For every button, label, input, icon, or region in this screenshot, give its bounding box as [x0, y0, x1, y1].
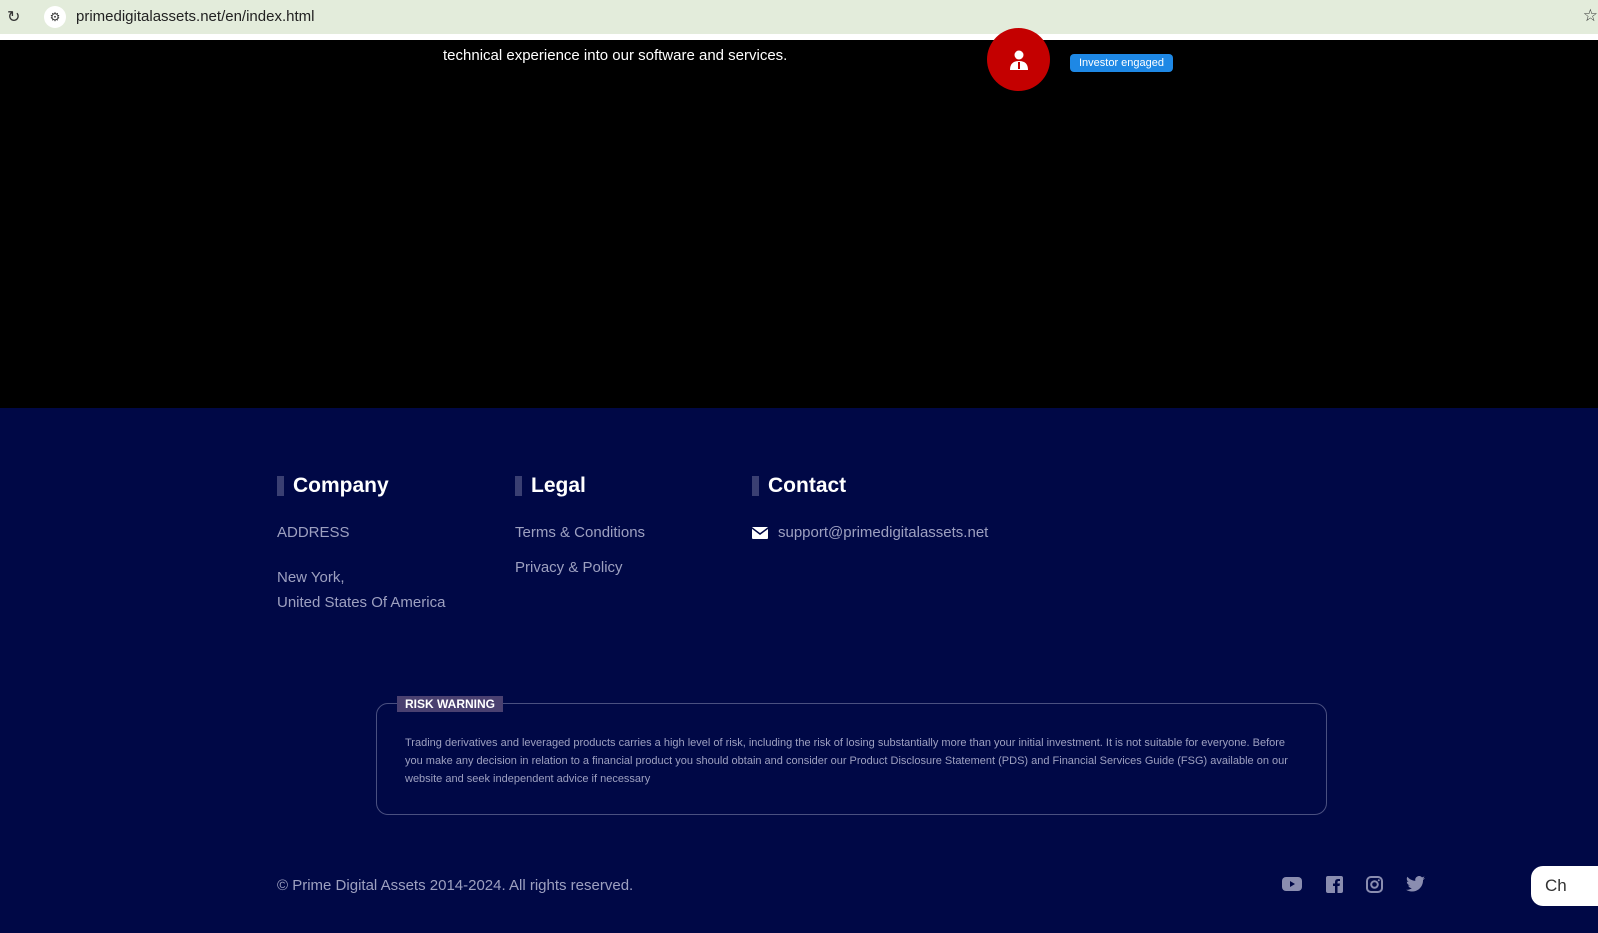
risk-warning-title: RISK WARNING [397, 696, 503, 712]
contact-heading: Contact [752, 475, 846, 496]
envelope-icon [751, 526, 769, 543]
email-link[interactable]: support@primedigitalassets.net [778, 524, 988, 541]
twitter-icon[interactable] [1406, 876, 1428, 896]
bookmark-star-icon[interactable]: ☆ [1583, 6, 1598, 26]
legal-heading: Legal [515, 475, 586, 496]
address-bar[interactable]: primedigitalassets.net/en/index.html [76, 8, 314, 25]
browser-toolbar: ↻ ⚙ primedigitalassets.net/en/index.html… [0, 0, 1598, 34]
copyright: © Prime Digital Assets 2014-2024. All ri… [277, 877, 634, 894]
hero-section: technical experience into our software a… [0, 28, 1598, 408]
risk-warning-box: RISK WARNING Trading derivatives and lev… [376, 696, 1327, 815]
chat-widget-button[interactable]: Ch [1531, 866, 1598, 906]
privacy-link[interactable]: Privacy & Policy [515, 559, 623, 576]
terms-link[interactable]: Terms & Conditions [515, 524, 645, 541]
company-column: Company ADDRESS New York, United States … [277, 475, 445, 611]
risk-warning-text: Trading derivatives and leveraged produc… [405, 737, 1288, 785]
address-country: United States Of America [277, 594, 446, 611]
youtube-icon[interactable] [1282, 876, 1304, 896]
site-settings-icon[interactable]: ⚙ [44, 6, 66, 28]
legal-column: Legal Terms & Conditions Privacy & Polic… [515, 475, 645, 576]
reload-icon[interactable]: ↻ [7, 7, 20, 27]
address-label: ADDRESS [277, 524, 350, 541]
investor-engaged-badge: Investor engaged [1070, 54, 1174, 72]
address-city: New York, [277, 569, 345, 586]
facebook-icon[interactable] [1326, 876, 1348, 896]
investor-icon [987, 28, 1050, 91]
company-heading: Company [277, 475, 389, 496]
hero-text: technical experience into our software a… [443, 47, 788, 64]
instagram-icon[interactable] [1366, 876, 1388, 896]
contact-column: Contact support@primedigitalassets.net [751, 475, 988, 541]
footer: Company ADDRESS New York, United States … [0, 408, 1598, 933]
